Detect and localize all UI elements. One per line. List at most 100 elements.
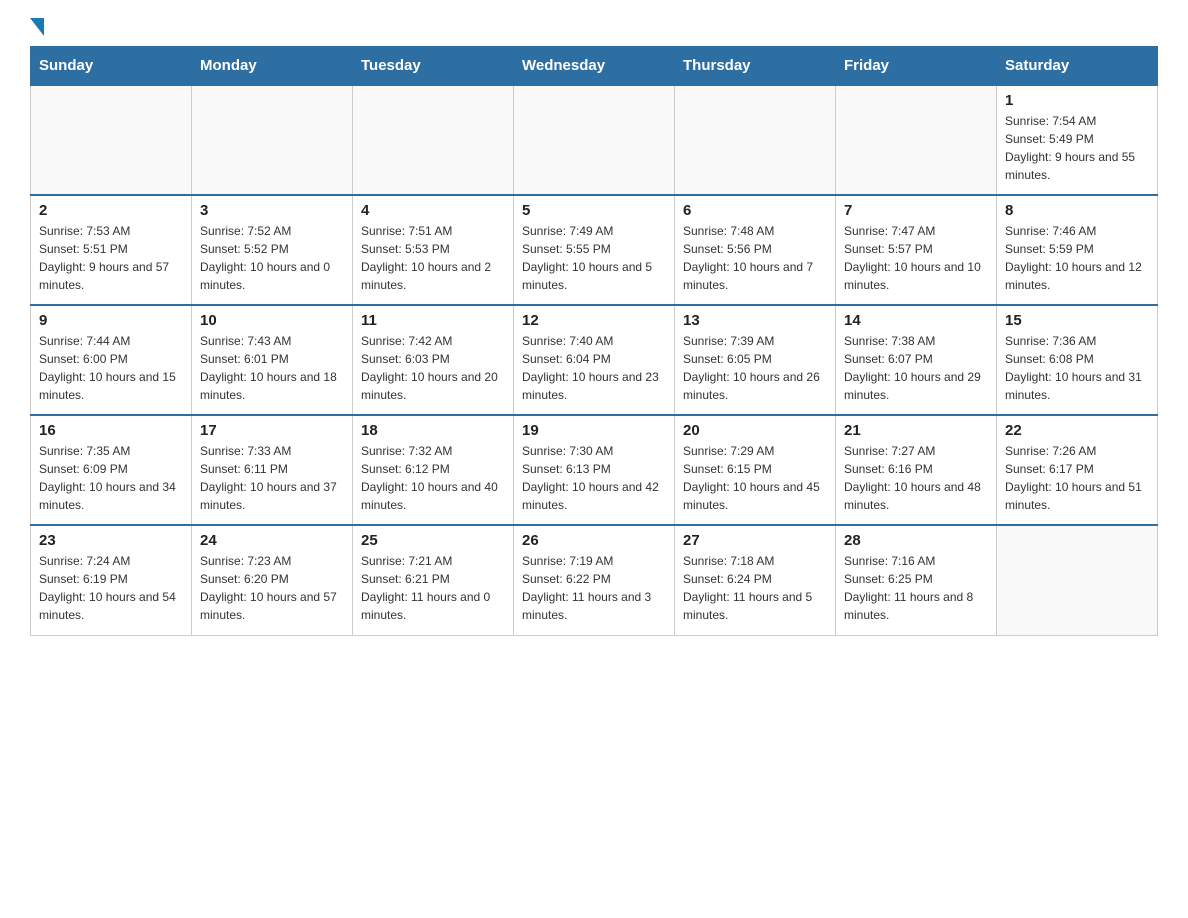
calendar-cell: 5 Sunrise: 7:49 AMSunset: 5:55 PMDaylight… xyxy=(514,195,675,305)
calendar-cell: 18 Sunrise: 7:32 AMSunset: 6:12 PMDayligh… xyxy=(353,415,514,525)
day-number: 14 xyxy=(844,312,988,329)
day-info: Sunrise: 7:47 AMSunset: 5:57 PMDaylight:… xyxy=(844,222,988,294)
day-number: 25 xyxy=(361,532,505,549)
calendar-cell: 22 Sunrise: 7:26 AMSunset: 6:17 PMDayligh… xyxy=(997,415,1158,525)
calendar-week-row: 2 Sunrise: 7:53 AMSunset: 5:51 PMDaylight… xyxy=(31,195,1158,305)
day-number: 12 xyxy=(522,312,666,329)
day-info: Sunrise: 7:53 AMSunset: 5:51 PMDaylight:… xyxy=(39,222,183,294)
logo-arrow-icon xyxy=(30,18,44,36)
day-info: Sunrise: 7:51 AMSunset: 5:53 PMDaylight:… xyxy=(361,222,505,294)
day-info: Sunrise: 7:36 AMSunset: 6:08 PMDaylight:… xyxy=(1005,332,1149,404)
calendar-cell: 2 Sunrise: 7:53 AMSunset: 5:51 PMDaylight… xyxy=(31,195,192,305)
day-number: 9 xyxy=(39,312,183,329)
calendar-cell: 6 Sunrise: 7:48 AMSunset: 5:56 PMDaylight… xyxy=(675,195,836,305)
weekday-header-monday: Monday xyxy=(192,47,353,86)
calendar-cell xyxy=(192,85,353,195)
calendar-cell xyxy=(514,85,675,195)
day-info: Sunrise: 7:49 AMSunset: 5:55 PMDaylight:… xyxy=(522,222,666,294)
day-info: Sunrise: 7:29 AMSunset: 6:15 PMDaylight:… xyxy=(683,442,827,514)
calendar-cell: 10 Sunrise: 7:43 AMSunset: 6:01 PMDayligh… xyxy=(192,305,353,415)
page-header xyxy=(30,20,1158,36)
calendar-cell: 1 Sunrise: 7:54 AMSunset: 5:49 PMDaylight… xyxy=(997,85,1158,195)
weekday-header-saturday: Saturday xyxy=(997,47,1158,86)
day-number: 16 xyxy=(39,422,183,439)
calendar-cell: 9 Sunrise: 7:44 AMSunset: 6:00 PMDaylight… xyxy=(31,305,192,415)
day-info: Sunrise: 7:44 AMSunset: 6:00 PMDaylight:… xyxy=(39,332,183,404)
calendar-cell: 14 Sunrise: 7:38 AMSunset: 6:07 PMDayligh… xyxy=(836,305,997,415)
day-number: 28 xyxy=(844,532,988,549)
day-number: 26 xyxy=(522,532,666,549)
day-info: Sunrise: 7:24 AMSunset: 6:19 PMDaylight:… xyxy=(39,552,183,624)
day-number: 27 xyxy=(683,532,827,549)
day-info: Sunrise: 7:54 AMSunset: 5:49 PMDaylight:… xyxy=(1005,112,1149,184)
calendar-cell xyxy=(353,85,514,195)
day-info: Sunrise: 7:21 AMSunset: 6:21 PMDaylight:… xyxy=(361,552,505,624)
calendar-cell: 23 Sunrise: 7:24 AMSunset: 6:19 PMDayligh… xyxy=(31,525,192,635)
weekday-header-tuesday: Tuesday xyxy=(353,47,514,86)
calendar-week-row: 1 Sunrise: 7:54 AMSunset: 5:49 PMDaylight… xyxy=(31,85,1158,195)
day-info: Sunrise: 7:16 AMSunset: 6:25 PMDaylight:… xyxy=(844,552,988,624)
day-number: 7 xyxy=(844,202,988,219)
day-info: Sunrise: 7:42 AMSunset: 6:03 PMDaylight:… xyxy=(361,332,505,404)
calendar-cell: 11 Sunrise: 7:42 AMSunset: 6:03 PMDayligh… xyxy=(353,305,514,415)
day-info: Sunrise: 7:23 AMSunset: 6:20 PMDaylight:… xyxy=(200,552,344,624)
calendar-table: SundayMondayTuesdayWednesdayThursdayFrid… xyxy=(30,46,1158,636)
day-number: 13 xyxy=(683,312,827,329)
day-info: Sunrise: 7:19 AMSunset: 6:22 PMDaylight:… xyxy=(522,552,666,624)
calendar-cell: 13 Sunrise: 7:39 AMSunset: 6:05 PMDayligh… xyxy=(675,305,836,415)
day-info: Sunrise: 7:48 AMSunset: 5:56 PMDaylight:… xyxy=(683,222,827,294)
calendar-cell xyxy=(836,85,997,195)
day-info: Sunrise: 7:46 AMSunset: 5:59 PMDaylight:… xyxy=(1005,222,1149,294)
calendar-cell: 12 Sunrise: 7:40 AMSunset: 6:04 PMDayligh… xyxy=(514,305,675,415)
weekday-header-thursday: Thursday xyxy=(675,47,836,86)
day-number: 11 xyxy=(361,312,505,329)
weekday-header-row: SundayMondayTuesdayWednesdayThursdayFrid… xyxy=(31,47,1158,86)
day-number: 4 xyxy=(361,202,505,219)
calendar-cell: 3 Sunrise: 7:52 AMSunset: 5:52 PMDaylight… xyxy=(192,195,353,305)
day-info: Sunrise: 7:30 AMSunset: 6:13 PMDaylight:… xyxy=(522,442,666,514)
day-info: Sunrise: 7:40 AMSunset: 6:04 PMDaylight:… xyxy=(522,332,666,404)
day-number: 10 xyxy=(200,312,344,329)
calendar-cell: 27 Sunrise: 7:18 AMSunset: 6:24 PMDayligh… xyxy=(675,525,836,635)
day-info: Sunrise: 7:43 AMSunset: 6:01 PMDaylight:… xyxy=(200,332,344,404)
calendar-week-row: 16Sunrise: 7:35 AMSunset: 6:09 PMDayligh… xyxy=(31,415,1158,525)
logo xyxy=(30,20,44,36)
day-number: 18 xyxy=(361,422,505,439)
calendar-cell: 17Sunrise: 7:33 AMSunset: 6:11 PMDayligh… xyxy=(192,415,353,525)
day-number: 15 xyxy=(1005,312,1149,329)
day-number: 2 xyxy=(39,202,183,219)
day-info: Sunrise: 7:27 AMSunset: 6:16 PMDaylight:… xyxy=(844,442,988,514)
day-number: 20 xyxy=(683,422,827,439)
calendar-cell: 8 Sunrise: 7:46 AMSunset: 5:59 PMDaylight… xyxy=(997,195,1158,305)
day-number: 24 xyxy=(200,532,344,549)
day-number: 1 xyxy=(1005,92,1149,109)
weekday-header-friday: Friday xyxy=(836,47,997,86)
day-number: 5 xyxy=(522,202,666,219)
day-info: Sunrise: 7:18 AMSunset: 6:24 PMDaylight:… xyxy=(683,552,827,624)
day-number: 22 xyxy=(1005,422,1149,439)
day-number: 23 xyxy=(39,532,183,549)
day-number: 8 xyxy=(1005,202,1149,219)
calendar-cell: 4 Sunrise: 7:51 AMSunset: 5:53 PMDaylight… xyxy=(353,195,514,305)
calendar-cell: 24 Sunrise: 7:23 AMSunset: 6:20 PMDayligh… xyxy=(192,525,353,635)
calendar-cell: 15 Sunrise: 7:36 AMSunset: 6:08 PMDayligh… xyxy=(997,305,1158,415)
day-info: Sunrise: 7:32 AMSunset: 6:12 PMDaylight:… xyxy=(361,442,505,514)
day-number: 6 xyxy=(683,202,827,219)
calendar-cell: 19 Sunrise: 7:30 AMSunset: 6:13 PMDayligh… xyxy=(514,415,675,525)
calendar-cell: 7 Sunrise: 7:47 AMSunset: 5:57 PMDaylight… xyxy=(836,195,997,305)
calendar-cell xyxy=(997,525,1158,635)
day-info: Sunrise: 7:38 AMSunset: 6:07 PMDaylight:… xyxy=(844,332,988,404)
day-number: 3 xyxy=(200,202,344,219)
day-info: Sunrise: 7:52 AMSunset: 5:52 PMDaylight:… xyxy=(200,222,344,294)
day-info: Sunrise: 7:39 AMSunset: 6:05 PMDaylight:… xyxy=(683,332,827,404)
weekday-header-sunday: Sunday xyxy=(31,47,192,86)
day-number: 19 xyxy=(522,422,666,439)
day-number: 17 xyxy=(200,422,344,439)
calendar-week-row: 23 Sunrise: 7:24 AMSunset: 6:19 PMDayligh… xyxy=(31,525,1158,635)
day-number: 21 xyxy=(844,422,988,439)
calendar-cell: 25 Sunrise: 7:21 AMSunset: 6:21 PMDayligh… xyxy=(353,525,514,635)
calendar-cell: 26 Sunrise: 7:19 AMSunset: 6:22 PMDayligh… xyxy=(514,525,675,635)
calendar-week-row: 9 Sunrise: 7:44 AMSunset: 6:00 PMDaylight… xyxy=(31,305,1158,415)
calendar-cell xyxy=(31,85,192,195)
day-info: Sunrise: 7:26 AMSunset: 6:17 PMDaylight:… xyxy=(1005,442,1149,514)
